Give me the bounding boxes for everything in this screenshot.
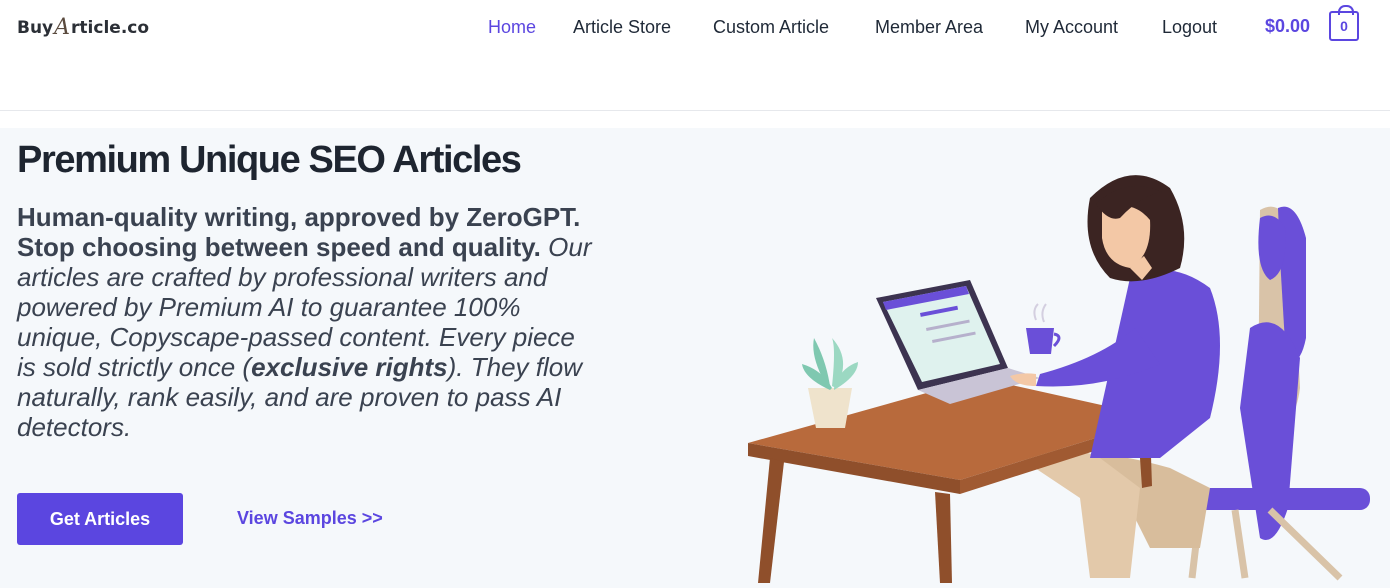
cart-total[interactable]: $0.00	[1265, 16, 1310, 37]
logo-text-buy: Buy	[17, 18, 54, 38]
woman-at-laptop-illustration	[748, 175, 1370, 583]
logo-text-a: A	[54, 14, 71, 40]
site-header: Buy Article.co Home Article Store Custom …	[0, 0, 1390, 111]
nav-article-store[interactable]: Article Store	[573, 16, 671, 38]
view-samples-link[interactable]: View Samples >>	[237, 508, 383, 529]
site-logo[interactable]: Buy Article.co	[17, 14, 149, 42]
hero-title: Premium Unique SEO Articles	[17, 139, 522, 181]
hero-desc-italic: Our articles are crafted by professional…	[17, 232, 592, 442]
nav-member-area[interactable]: Member Area	[875, 16, 983, 38]
hero-desc-exclusive: exclusive rights	[251, 352, 448, 382]
cart-icon[interactable]: 0	[1329, 5, 1359, 41]
cart-count: 0	[1340, 18, 1348, 34]
get-articles-button[interactable]: Get Articles	[17, 493, 183, 545]
nav-my-account[interactable]: My Account	[1025, 16, 1118, 38]
nav-home[interactable]: Home	[488, 16, 536, 38]
logo-text-rest: rticle.co	[71, 18, 150, 38]
nav-custom-article[interactable]: Custom Article	[713, 16, 829, 38]
hero-description: Human-quality writing, approved by ZeroG…	[17, 202, 597, 442]
nav-logout[interactable]: Logout	[1162, 16, 1217, 38]
hero-section: Premium Unique SEO Articles Human-qualit…	[0, 128, 1390, 588]
hero-desc-strong: Human-quality writing, approved by ZeroG…	[17, 202, 581, 262]
